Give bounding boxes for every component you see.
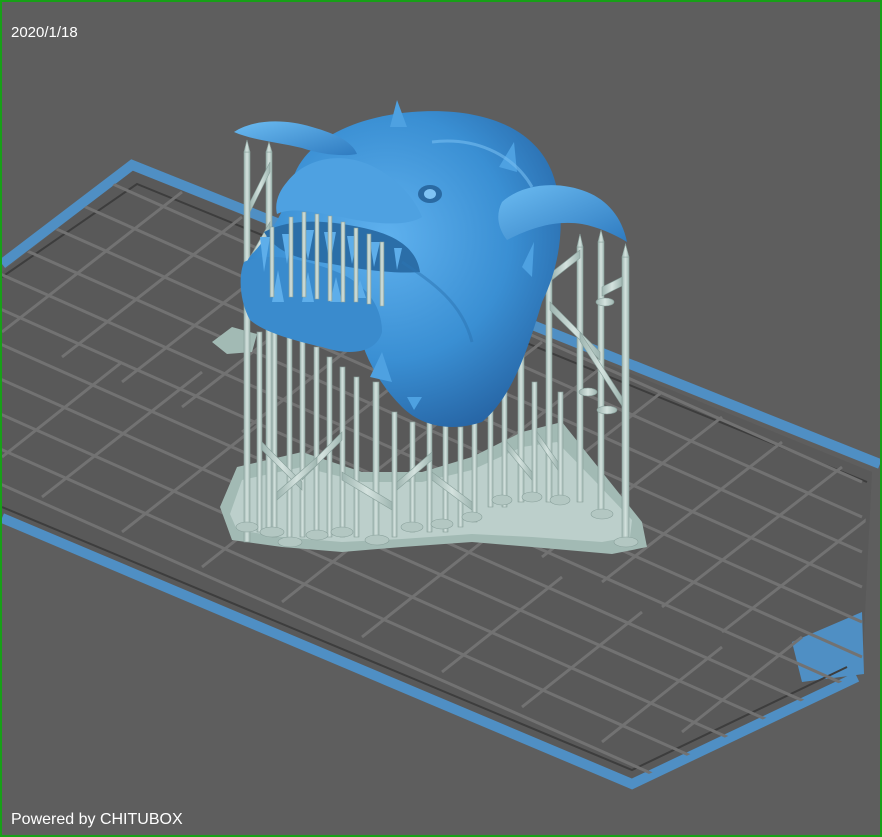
- powered-by-label: Powered by CHITUBOX: [11, 811, 183, 828]
- scene-canvas[interactable]: 2020/1/18 Powered by CHITUBOX: [2, 2, 880, 835]
- date-label: 2020/1/18: [11, 24, 78, 41]
- 3d-viewport[interactable]: 2020/1/18 Powered by CHITUBOX: [0, 0, 882, 837]
